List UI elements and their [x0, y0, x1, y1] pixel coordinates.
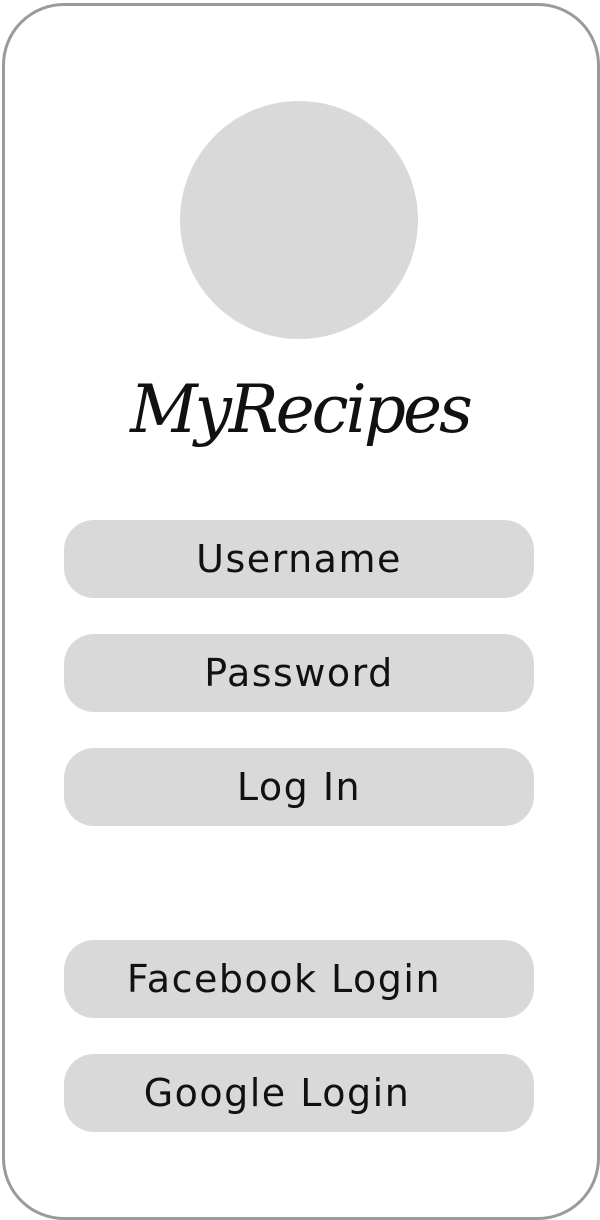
- app-title: MyRecipes: [130, 371, 473, 448]
- logo-image-placeholder: [180, 101, 418, 339]
- login-button[interactable]: Log In: [64, 748, 534, 826]
- username-input[interactable]: [64, 520, 534, 598]
- google-login-button[interactable]: Google Login: [64, 1054, 534, 1132]
- facebook-login-button[interactable]: Facebook Login: [64, 940, 534, 1018]
- password-input[interactable]: [64, 634, 534, 712]
